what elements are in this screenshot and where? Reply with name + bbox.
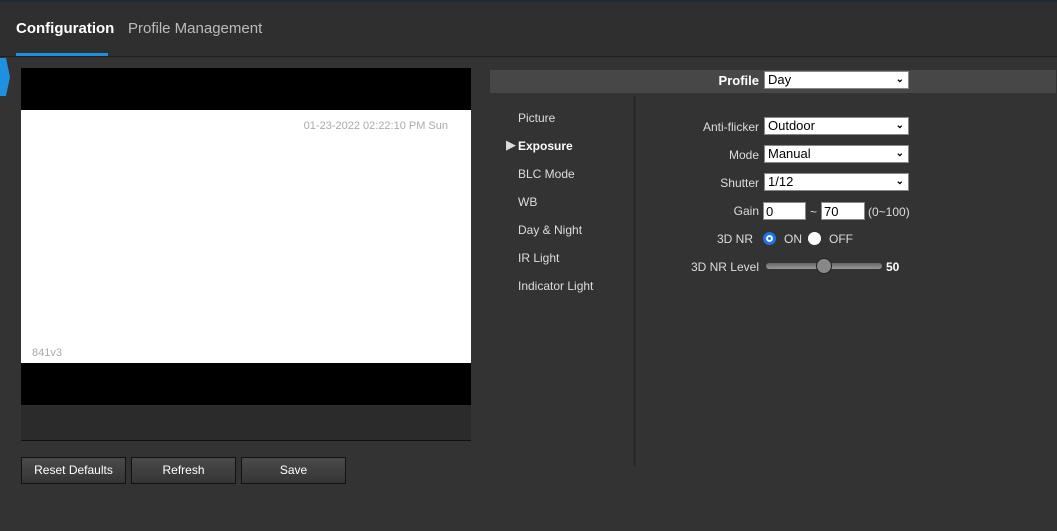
gain-max-input[interactable] bbox=[821, 202, 865, 220]
menu-item-exposure[interactable]: Exposure bbox=[518, 139, 573, 153]
slider-thumb[interactable] bbox=[816, 258, 832, 274]
menu-item-wb[interactable]: WB bbox=[518, 195, 537, 209]
profile-value: Day bbox=[768, 72, 792, 87]
menu-item-indicator-light[interactable]: Indicator Light bbox=[518, 279, 593, 293]
menu-divider bbox=[633, 96, 636, 466]
anti-flicker-label: Anti-flicker bbox=[702, 120, 759, 134]
menu-item-picture[interactable]: Picture bbox=[518, 111, 555, 125]
video-frame: 01-23-2022 02:22:10 PM Sun 841v3 bbox=[21, 110, 471, 363]
osd-camera-name: 841v3 bbox=[32, 347, 62, 359]
chevron-down-icon: ⌄ bbox=[895, 176, 904, 187]
profile-label: Profile bbox=[718, 73, 759, 88]
menu-item-blc-mode[interactable]: BLC Mode bbox=[518, 167, 575, 181]
3d-nr-on-label: ON bbox=[784, 232, 802, 246]
mode-label: Mode bbox=[728, 148, 759, 162]
current-item-arrow-icon: ▶ bbox=[506, 137, 516, 152]
3d-nr-level-label: 3D NR Level bbox=[690, 260, 759, 274]
tab-bar: Configuration Profile Management bbox=[0, 2, 1057, 57]
chevron-down-icon: ⌄ bbox=[895, 120, 904, 131]
reset-defaults-button[interactable]: Reset Defaults bbox=[21, 457, 126, 484]
shutter-select[interactable]: 1/12 ⌄ bbox=[764, 173, 909, 191]
refresh-button[interactable]: Refresh bbox=[131, 457, 236, 484]
gain-label: Gain bbox=[733, 204, 759, 218]
profile-select[interactable]: Day ⌄ bbox=[764, 71, 909, 89]
tab-profile-management[interactable]: Profile Management bbox=[128, 20, 262, 37]
anti-flicker-select[interactable]: Outdoor ⌄ bbox=[764, 117, 909, 135]
chevron-down-icon: ⌄ bbox=[895, 74, 904, 85]
video-toolbar bbox=[21, 405, 471, 441]
save-button[interactable]: Save bbox=[241, 457, 346, 484]
gain-separator: ~ bbox=[810, 205, 818, 219]
3d-nr-label: 3D NR bbox=[716, 232, 753, 246]
mode-value: Manual bbox=[768, 146, 811, 161]
tab-configuration[interactable]: Configuration bbox=[16, 20, 114, 37]
osd-timestamp: 01-23-2022 02:22:10 PM Sun bbox=[303, 120, 448, 132]
section-marker-icon bbox=[0, 58, 10, 96]
gain-range-hint: (0~100) bbox=[868, 205, 910, 219]
3d-nr-off-label: OFF bbox=[829, 232, 853, 246]
mode-select[interactable]: Manual ⌄ bbox=[764, 145, 909, 163]
gain-min-input[interactable] bbox=[763, 202, 806, 220]
active-tab-indicator bbox=[16, 53, 108, 56]
anti-flicker-value: Outdoor bbox=[768, 118, 815, 133]
shutter-value: 1/12 bbox=[768, 174, 794, 189]
video-preview: 01-23-2022 02:22:10 PM Sun 841v3 bbox=[21, 68, 471, 405]
chevron-down-icon: ⌄ bbox=[895, 148, 904, 159]
3d-nr-on-radio[interactable] bbox=[763, 232, 776, 245]
3d-nr-off-radio[interactable] bbox=[808, 232, 821, 245]
3d-nr-level-value: 50 bbox=[886, 260, 900, 274]
menu-item-ir-light[interactable]: IR Light bbox=[518, 251, 559, 265]
shutter-label: Shutter bbox=[720, 176, 759, 190]
menu-item-day-night[interactable]: Day & Night bbox=[518, 223, 582, 237]
